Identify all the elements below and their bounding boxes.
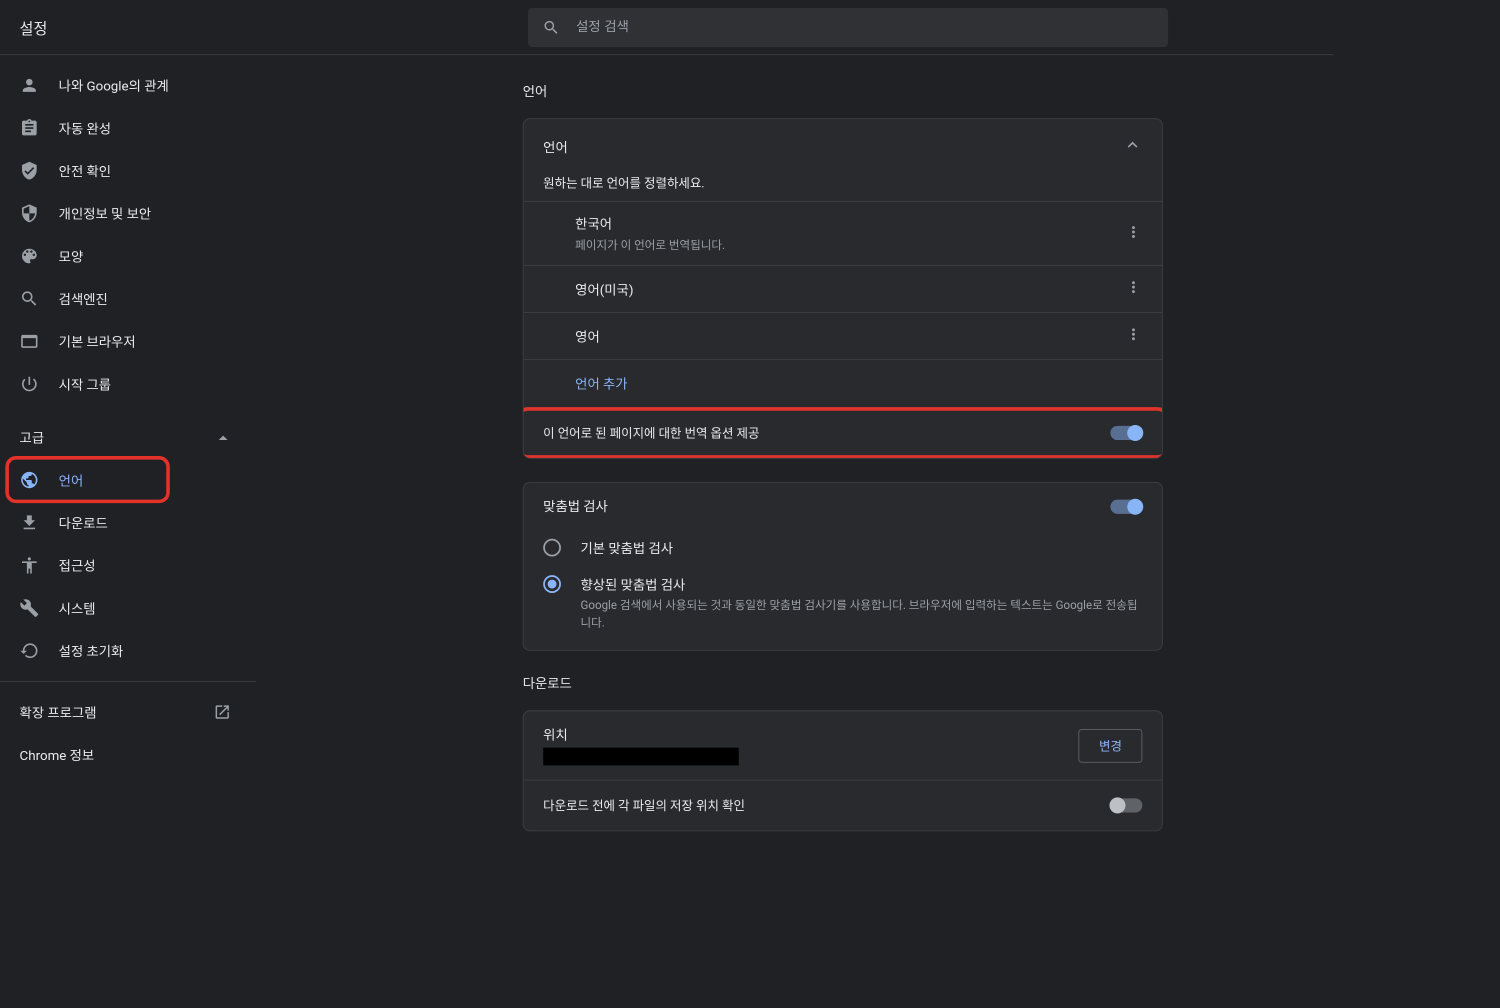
more-button[interactable] (1125, 325, 1143, 346)
sidebar-item-label: 설정 초기화 (59, 641, 124, 660)
location-label: 위치 (543, 725, 739, 744)
sidebar-item-label: 확장 프로그램 (20, 703, 97, 722)
sidebar-item-privacy[interactable]: 개인정보 및 보안 (0, 192, 240, 235)
sidebar-item-label: 기본 브라우저 (59, 332, 136, 351)
chevron-up-icon (219, 435, 228, 439)
more-button[interactable] (1125, 223, 1143, 244)
globe-icon (20, 470, 40, 490)
spellcheck-basic-row[interactable]: 기본 맞춤법 검사 (524, 530, 1162, 566)
spellcheck-label: 맞춤법 검사 (543, 497, 608, 516)
main-content: 언어 언어 원하는 대로 언어를 정렬하세요. 한국어 페이지가 이 언어로 번… (256, 55, 1333, 896)
sidebar-item-system[interactable]: 시스템 (0, 587, 240, 630)
language-row-english: 영어 (524, 312, 1162, 359)
spellcheck-toggle[interactable] (1110, 499, 1142, 513)
spellcheck-enhanced-row[interactable]: 향상된 맞춤법 검사 Google 검색에서 사용되는 것과 동일한 맞춤법 검… (524, 566, 1162, 650)
language-name: 한국어 (575, 214, 725, 233)
language-card: 언어 원하는 대로 언어를 정렬하세요. 한국어 페이지가 이 언어로 번역됩니… (523, 118, 1163, 458)
sidebar-item-extensions[interactable]: 확장 프로그램 (0, 691, 256, 734)
sidebar-item-label: 시스템 (59, 599, 96, 618)
ask-toggle[interactable] (1110, 798, 1142, 812)
shield-check-icon (20, 161, 40, 181)
app-title: 설정 (0, 16, 528, 38)
sidebar-item-downloads[interactable]: 다운로드 (0, 501, 240, 544)
sidebar-section-advanced[interactable]: 고급 (0, 416, 256, 459)
radio-label: 기본 맞춤법 검사 (581, 539, 673, 558)
search-input[interactable] (576, 20, 1154, 35)
translate-toggle[interactable] (1110, 426, 1142, 440)
section-title-downloads: 다운로드 (523, 674, 1334, 693)
translate-option-label: 이 언어로 된 페이지에 대한 번역 옵션 제공 (543, 424, 759, 442)
language-name: 영어(미국) (575, 280, 633, 299)
power-icon (20, 374, 40, 394)
language-card-desc: 원하는 대로 언어를 정렬하세요. (524, 174, 1162, 201)
language-row-korean: 한국어 페이지가 이 언어로 번역됩니다. (524, 201, 1162, 265)
sidebar-item-default-browser[interactable]: 기본 브라우저 (0, 320, 240, 363)
sidebar-item-label: 검색엔진 (59, 289, 108, 308)
sidebar-item-label: 안전 확인 (59, 161, 111, 180)
spellcheck-card: 맞춤법 검사 기본 맞춤법 검사 향상된 맞춤법 검사 Google 검색에 (523, 482, 1163, 651)
language-sub: 페이지가 이 언어로 번역됩니다. (575, 236, 725, 253)
sidebar-item-search-engine[interactable]: 검색엔진 (0, 277, 240, 320)
section-title-language: 언어 (523, 82, 1334, 101)
autofill-icon (20, 118, 40, 138)
add-language-row[interactable]: 언어 추가 (524, 359, 1162, 407)
download-card: 위치 변경 다운로드 전에 각 파일의 저장 위치 확인 (523, 710, 1163, 831)
language-card-header[interactable]: 언어 (524, 119, 1162, 174)
language-name: 영어 (575, 327, 600, 346)
sidebar-item-label: 언어 (59, 471, 84, 490)
sidebar-item-language[interactable]: 언어 (0, 459, 240, 502)
sidebar-item-safety[interactable]: 안전 확인 (0, 149, 240, 192)
language-row-english-us: 영어(미국) (524, 265, 1162, 312)
search-icon (20, 289, 40, 309)
sidebar-item-autofill[interactable]: 자동 완성 (0, 107, 240, 150)
spellcheck-header-row: 맞춤법 검사 (524, 483, 1162, 530)
external-link-icon (213, 703, 231, 721)
ask-label: 다운로드 전에 각 파일의 저장 위치 확인 (543, 797, 745, 815)
restore-icon (20, 641, 40, 661)
sidebar-item-google[interactable]: 나와 Google의 관계 (0, 64, 240, 107)
sidebar-item-reset[interactable]: 설정 초기화 (0, 629, 240, 672)
browser-icon (20, 332, 40, 352)
sidebar-item-appearance[interactable]: 모양 (0, 235, 240, 278)
download-ask-row: 다운로드 전에 각 파일의 저장 위치 확인 (524, 780, 1162, 831)
radio-icon (543, 539, 561, 557)
palette-icon (20, 246, 40, 266)
sidebar-item-label: 개인정보 및 보안 (59, 204, 151, 223)
sidebar-item-accessibility[interactable]: 접근성 (0, 544, 240, 587)
sidebar-item-about[interactable]: Chrome 정보 (0, 733, 256, 776)
sidebar: 나와 Google의 관계 자동 완성 안전 확인 개인정보 및 보안 모양 검… (0, 55, 256, 896)
chevron-up-icon (1123, 135, 1143, 158)
search-box[interactable] (528, 8, 1168, 47)
shield-icon (20, 204, 40, 224)
sidebar-item-label: 다운로드 (59, 513, 108, 532)
accessibility-icon (20, 556, 40, 576)
more-button[interactable] (1125, 278, 1143, 299)
header: 설정 (0, 0, 1334, 55)
sidebar-section-label: 고급 (20, 428, 45, 447)
location-path-redacted (543, 748, 739, 766)
download-icon (20, 513, 40, 533)
sidebar-item-label: 자동 완성 (59, 119, 111, 138)
person-icon (20, 76, 40, 96)
radio-label: 향상된 맞춤법 검사 (581, 575, 1143, 594)
sidebar-item-label: 접근성 (59, 556, 96, 575)
sidebar-item-label: 시작 그룹 (59, 375, 111, 394)
translate-option-row: 이 언어로 된 페이지에 대한 번역 옵션 제공 (524, 407, 1162, 458)
change-button[interactable]: 변경 (1079, 729, 1143, 763)
sidebar-item-startup[interactable]: 시작 그룹 (0, 363, 240, 406)
radio-icon (543, 575, 561, 593)
download-location-row: 위치 변경 (524, 711, 1162, 779)
search-icon (542, 18, 560, 36)
add-language-label: 언어 추가 (575, 376, 627, 392)
sidebar-item-label: 모양 (59, 247, 84, 266)
wrench-icon (20, 598, 40, 618)
sidebar-item-label: 나와 Google의 관계 (59, 76, 169, 95)
sidebar-item-label: Chrome 정보 (20, 745, 95, 764)
radio-sub: Google 검색에서 사용되는 것과 동일한 맞춤법 검사기를 사용합니다. … (581, 597, 1143, 632)
